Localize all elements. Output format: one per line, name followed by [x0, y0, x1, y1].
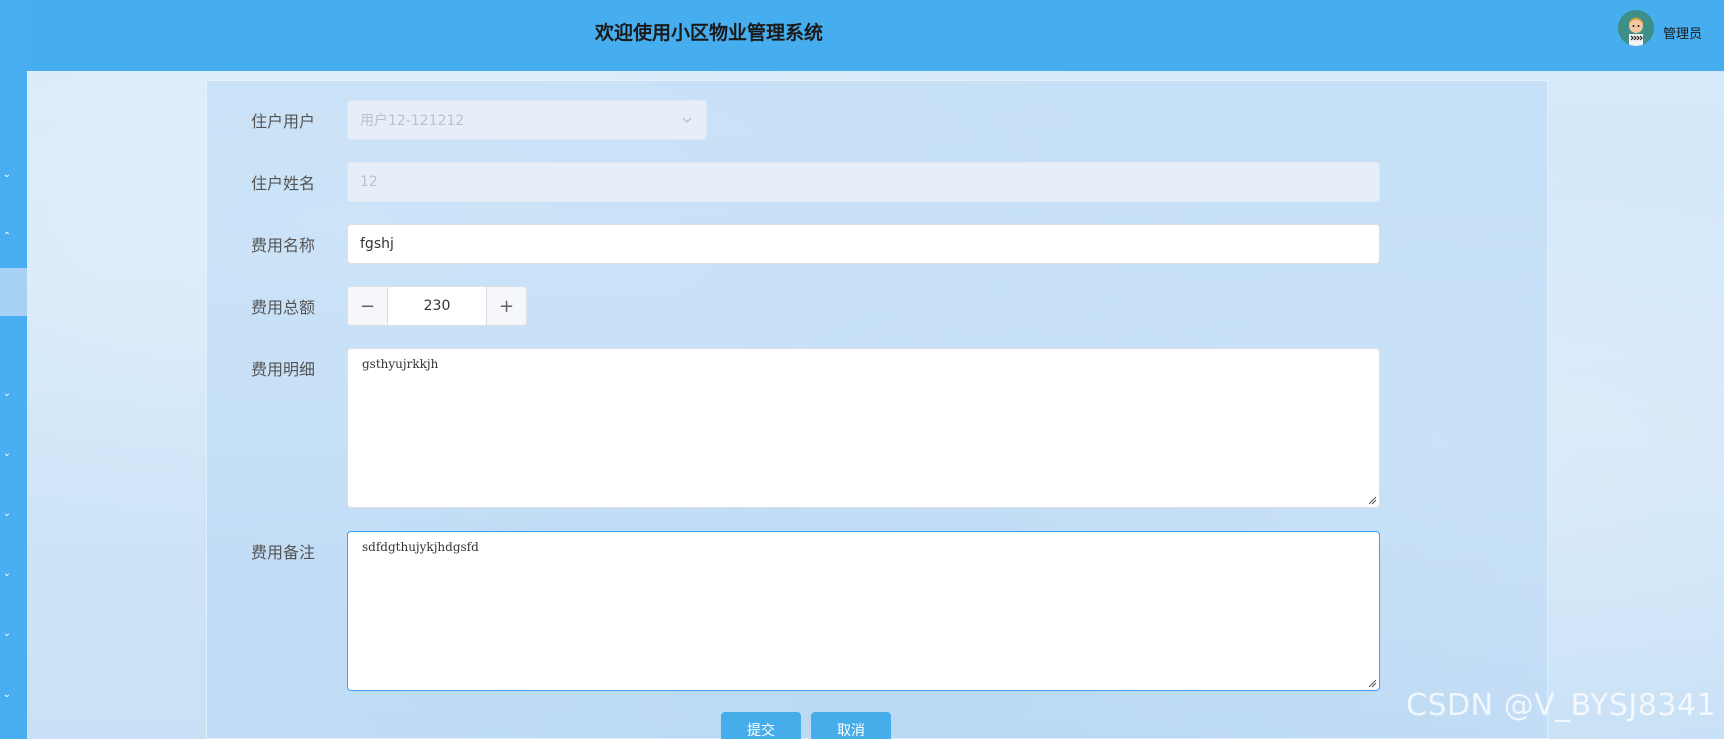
- decrement-button[interactable]: −: [348, 287, 388, 325]
- sidebar-chevron-down-icon[interactable]: ⌄: [0, 690, 14, 700]
- fee-remark-label: 费用备注: [251, 543, 316, 562]
- sidebar-chevron-down-icon[interactable]: ⌄: [0, 569, 14, 579]
- fee-total-stepper[interactable]: − 230 +: [347, 286, 527, 326]
- resident-name-value: 12: [360, 174, 378, 190]
- submit-button[interactable]: 提交: [721, 712, 801, 739]
- sidebar: ⌄ ⌃ ⌄ ⌄ ⌄ ⌄ ⌄ ⌄: [0, 0, 27, 739]
- resident-user-value: 用户12-121212: [360, 113, 465, 129]
- top-header: 欢迎使用小区物业管理系统 管理员: [27, 0, 1724, 71]
- fee-name-label: 费用名称: [251, 236, 316, 255]
- fee-total-label: 费用总额: [251, 298, 316, 317]
- fee-detail-textarea[interactable]: gsthyujrkkjh: [347, 348, 1380, 508]
- sidebar-chevron-down-icon[interactable]: ⌄: [0, 170, 14, 180]
- increment-button[interactable]: +: [486, 287, 526, 325]
- chevron-down-icon: [682, 117, 692, 123]
- sidebar-chevron-up-icon[interactable]: ⌃: [0, 232, 14, 242]
- fee-remark-value: sdfdgthujykjhdgsfd: [362, 540, 479, 554]
- resident-user-select[interactable]: 用户12-121212: [347, 100, 707, 140]
- page-title: 欢迎使用小区物业管理系统: [595, 22, 824, 44]
- resize-handle-icon[interactable]: [1367, 678, 1377, 688]
- resident-name-label: 住户姓名: [251, 174, 316, 193]
- sidebar-active-item[interactable]: [0, 268, 27, 316]
- fee-detail-value: gsthyujrkkjh: [362, 357, 439, 371]
- sidebar-chevron-down-icon[interactable]: ⌄: [0, 389, 14, 399]
- sidebar-chevron-down-icon[interactable]: ⌄: [0, 449, 14, 459]
- cancel-button[interactable]: 取消: [811, 712, 891, 739]
- watermark: CSDN @V_BYSJ8341: [1406, 688, 1717, 723]
- user-name[interactable]: 管理员: [1663, 23, 1702, 42]
- sidebar-chevron-down-icon[interactable]: ⌄: [0, 509, 14, 519]
- fee-total-value[interactable]: 230: [388, 287, 486, 325]
- user-avatar-icon[interactable]: [1618, 10, 1654, 46]
- fee-name-value: fgshj: [360, 236, 394, 252]
- resident-name-field[interactable]: 12: [347, 162, 1380, 202]
- fee-detail-label: 费用明细: [251, 360, 316, 379]
- resident-user-label: 住户用户: [251, 112, 316, 131]
- fee-remark-textarea[interactable]: sdfdgthujykjhdgsfd: [347, 531, 1380, 691]
- sidebar-chevron-down-icon[interactable]: ⌄: [0, 629, 14, 639]
- fee-name-input[interactable]: fgshj: [347, 224, 1380, 264]
- resize-handle-icon[interactable]: [1367, 495, 1377, 505]
